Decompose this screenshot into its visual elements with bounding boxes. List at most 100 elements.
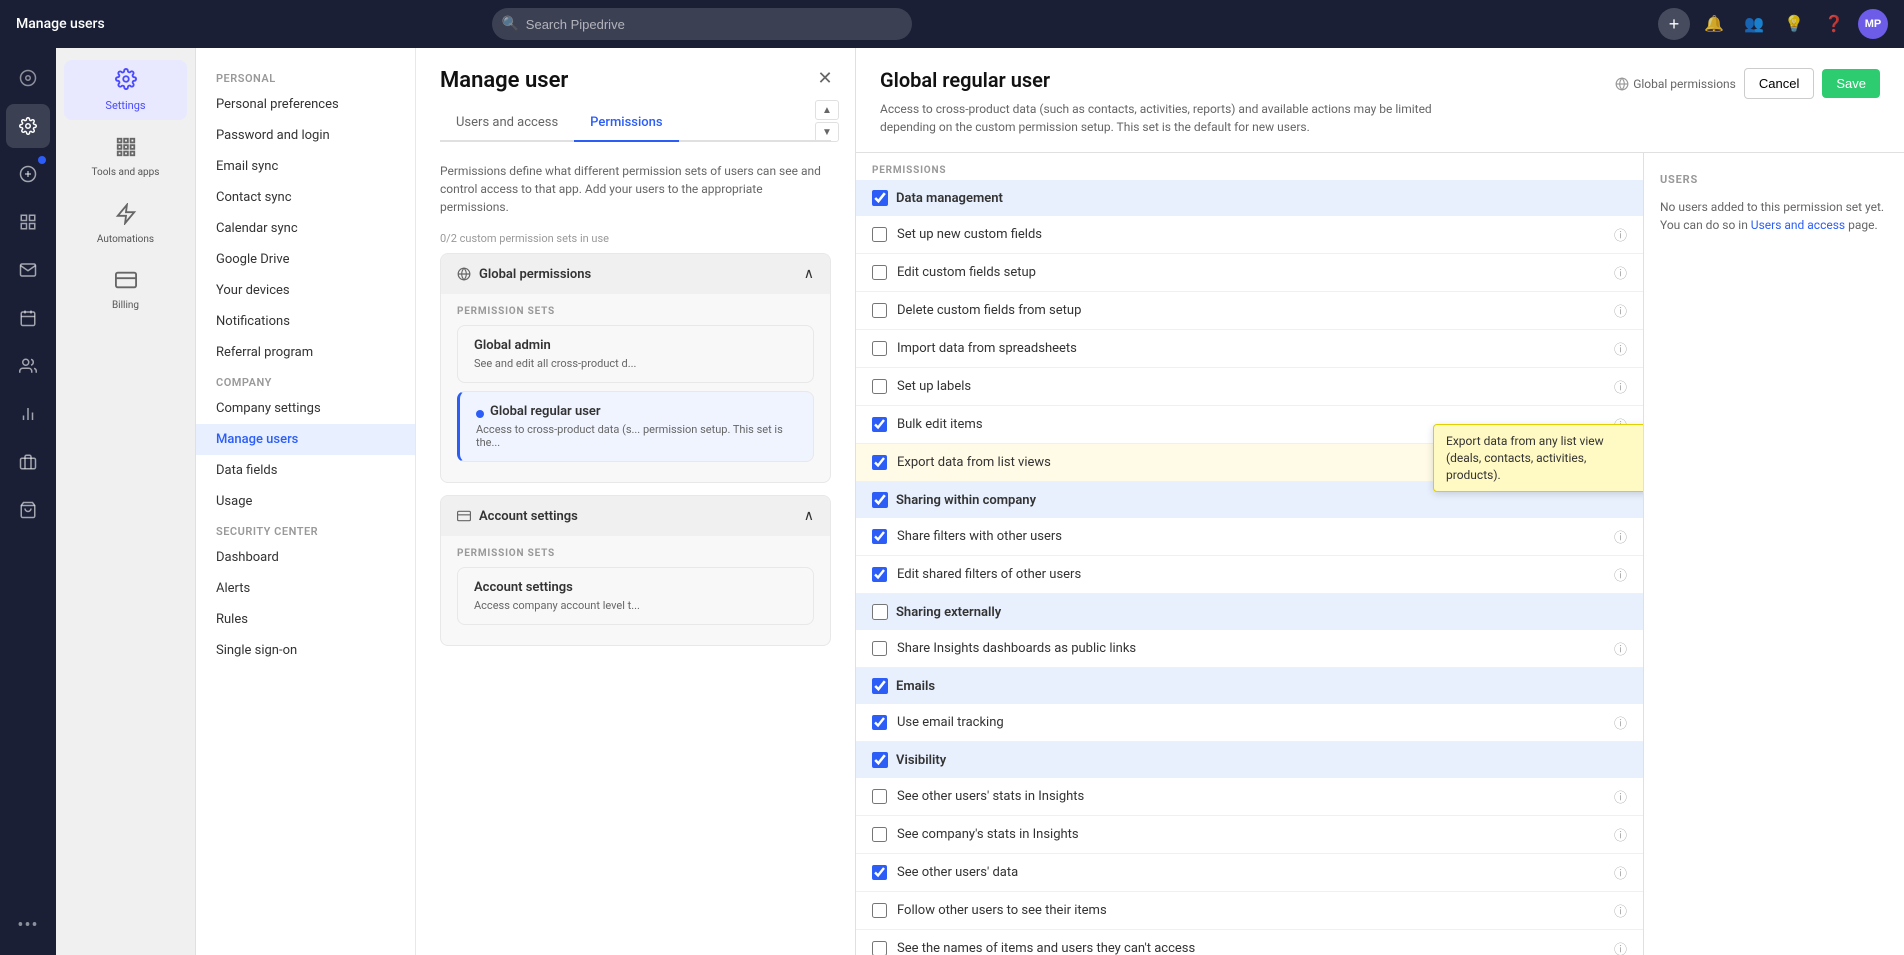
perm-body: PERMISSIONS Data management Set up new c… (856, 153, 1904, 955)
nav-link-data-fields[interactable]: Data fields (196, 455, 415, 486)
info-custom-fields[interactable]: ⓘ (1614, 225, 1627, 244)
settings-nav-tools[interactable]: Tools and apps (64, 128, 187, 187)
info-other-stats[interactable]: ⓘ (1614, 787, 1627, 806)
checkbox-bulk-edit[interactable] (872, 417, 887, 432)
checkbox-edit-filters[interactable] (872, 567, 887, 582)
checkbox-other-stats[interactable] (872, 789, 887, 804)
checkbox-other-data[interactable] (872, 865, 887, 880)
checkbox-edit-custom[interactable] (872, 265, 887, 280)
info-share-insights[interactable]: ⓘ (1614, 639, 1627, 658)
users-icon[interactable]: 👥 (1738, 8, 1770, 40)
sharing-company-title: Sharing within company (896, 493, 1036, 508)
checkbox-company-stats[interactable] (872, 827, 887, 842)
perm-row-other-stats: See other users' stats in Insights ⓘ (856, 778, 1643, 816)
nav-link-calendar-sync[interactable]: Calendar sync (196, 213, 415, 244)
nav-link-usage[interactable]: Usage (196, 486, 415, 517)
checkbox-custom-fields[interactable] (872, 227, 887, 242)
nav-link-rules[interactable]: Rules (196, 604, 415, 635)
sidebar-item-settings[interactable] (6, 104, 50, 148)
cancel-button[interactable]: Cancel (1744, 68, 1814, 99)
panel-nav-down[interactable]: ▼ (815, 122, 839, 142)
sidebar-item-products[interactable] (6, 440, 50, 484)
data-management-checkbox[interactable] (872, 190, 888, 206)
nav-link-google-drive[interactable]: Google Drive (196, 244, 415, 275)
tab-users-access[interactable]: Users and access (440, 105, 574, 142)
checkbox-see-names[interactable] (872, 941, 887, 955)
checkbox-export-data[interactable] (872, 455, 887, 470)
question-icon[interactable]: ❓ (1818, 8, 1850, 40)
emails-checkbox[interactable] (872, 678, 888, 694)
settings-nav-billing[interactable]: Billing (64, 261, 187, 319)
sharing-externally-checkbox[interactable] (872, 604, 888, 620)
account-settings-item[interactable]: Account settings Access company account … (457, 567, 814, 625)
help-icon[interactable]: 💡 (1778, 8, 1810, 40)
checkbox-follow-users[interactable] (872, 903, 887, 918)
search-input[interactable] (492, 8, 912, 40)
info-delete-custom[interactable]: ⓘ (1614, 301, 1627, 320)
checkbox-import-data[interactable] (872, 341, 887, 356)
sharing-company-checkbox[interactable] (872, 492, 888, 508)
notifications-icon[interactable]: 🔔 (1698, 8, 1730, 40)
nav-link-email-sync[interactable]: Email sync (196, 151, 415, 182)
nav-link-company-settings[interactable]: Company settings (196, 393, 415, 424)
save-button[interactable]: Save (1822, 69, 1880, 98)
sidebar-item-deals[interactable] (6, 152, 50, 196)
info-edit-filters[interactable]: ⓘ (1614, 565, 1627, 584)
sidebar-item-reports[interactable] (6, 392, 50, 436)
panel-header: ✕ ▲ ▼ Manage user Users and access Permi… (416, 48, 855, 142)
nav-link-alerts[interactable]: Alerts (196, 573, 415, 604)
perm-row-company-stats: See company's stats in Insights ⓘ (856, 816, 1643, 854)
users-access-link[interactable]: Users and access (1751, 218, 1845, 232)
nav-link-contact-sync[interactable]: Contact sync (196, 182, 415, 213)
label-follow-users: Follow other users to see their items (897, 903, 1604, 918)
sidebar-item-home[interactable] (6, 56, 50, 100)
add-button[interactable]: + (1658, 8, 1690, 40)
nav-link-password[interactable]: Password and login (196, 120, 415, 151)
avatar[interactable]: MP (1858, 9, 1888, 39)
sidebar-item-mail[interactable] (6, 248, 50, 292)
nav-link-manage-users[interactable]: Manage users (196, 424, 415, 455)
checkbox-share-insights[interactable] (872, 641, 887, 656)
info-import-data[interactable]: ⓘ (1614, 339, 1627, 358)
info-other-data[interactable]: ⓘ (1614, 863, 1627, 882)
checkbox-delete-custom[interactable] (872, 303, 887, 318)
account-settings-toggle: ∧ (804, 508, 814, 524)
sidebar-item-contacts[interactable] (6, 344, 50, 388)
nav-link-dashboard[interactable]: Dashboard (196, 542, 415, 573)
nav-link-devices[interactable]: Your devices (196, 275, 415, 306)
settings-nav-label: Settings (105, 99, 145, 112)
info-email-tracking[interactable]: ⓘ (1614, 713, 1627, 732)
sidebar-item-calendar[interactable] (6, 296, 50, 340)
global-regular-user-item[interactable]: Global regular user Access to cross-prod… (457, 391, 814, 462)
panel-nav-up[interactable]: ▲ (815, 100, 839, 120)
nav-link-personal-prefs[interactable]: Personal preferences (196, 89, 415, 120)
checkbox-share-filters[interactable] (872, 529, 887, 544)
nav-link-referral[interactable]: Referral program (196, 337, 415, 368)
global-admin-title: Global admin (474, 338, 797, 353)
account-settings-header[interactable]: Account settings ∧ (441, 496, 830, 536)
sidebar-item-more[interactable]: ••• (6, 903, 50, 947)
checkbox-email-tracking[interactable] (872, 715, 887, 730)
tab-permissions[interactable]: Permissions (574, 105, 678, 142)
visibility-checkbox[interactable] (872, 752, 888, 768)
settings-nav-automations[interactable]: Automations (64, 195, 187, 253)
settings-nav-settings[interactable]: Settings (64, 60, 187, 120)
nav-link-notifications[interactable]: Notifications (196, 306, 415, 337)
panel-close-button[interactable]: ✕ (811, 64, 839, 92)
nav-section-label-security: SECURITY CENTER (196, 517, 415, 542)
permissions-panel: Global regular user Access to cross-prod… (856, 48, 1904, 955)
perm-panel-actions: Global permissions Cancel Save (1615, 68, 1880, 99)
sidebar-item-marketplace[interactable] (6, 488, 50, 532)
global-permissions-header[interactable]: Global permissions ∧ (441, 254, 830, 294)
account-settings-item-title: Account settings (474, 580, 797, 595)
info-company-stats[interactable]: ⓘ (1614, 825, 1627, 844)
info-share-filters[interactable]: ⓘ (1614, 527, 1627, 546)
info-follow-users[interactable]: ⓘ (1614, 901, 1627, 920)
global-admin-item[interactable]: Global admin See and edit all cross-prod… (457, 325, 814, 383)
checkbox-labels[interactable] (872, 379, 887, 394)
info-labels[interactable]: ⓘ (1614, 377, 1627, 396)
sidebar-item-activities[interactable] (6, 200, 50, 244)
nav-link-sso[interactable]: Single sign-on (196, 635, 415, 666)
info-edit-custom[interactable]: ⓘ (1614, 263, 1627, 282)
info-see-names[interactable]: ⓘ (1614, 939, 1627, 955)
